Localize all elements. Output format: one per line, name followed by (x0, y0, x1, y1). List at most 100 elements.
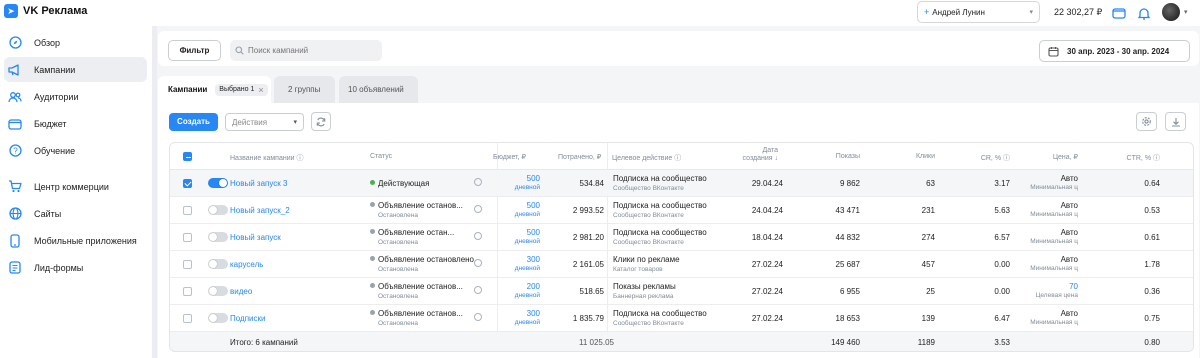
header-ctr[interactable]: CTR, % ⓘ (1110, 153, 1160, 163)
table-row[interactable]: Новый запуск_2 Объявление останов... Остан… (170, 197, 1193, 224)
header-status[interactable]: Статус (370, 153, 392, 160)
campaign-toggle[interactable] (208, 313, 228, 323)
campaign-toggle[interactable] (208, 259, 228, 269)
sidebar-item-campaigns[interactable]: Кампании (4, 57, 147, 82)
tab-groups[interactable]: 2 группы (274, 76, 335, 103)
budget-value[interactable]: 300 (500, 255, 540, 264)
row-checkbox[interactable] (183, 287, 192, 296)
sidebar-item-sites[interactable]: Сайты (4, 201, 147, 226)
header-spent[interactable]: Потрачено, ₽ (558, 153, 601, 161)
campaign-toggle[interactable] (208, 205, 228, 215)
header-created[interactable]: Дата создания ↓ (738, 147, 778, 163)
download-button[interactable] (1165, 112, 1186, 131)
campaign-name-link[interactable]: Новый запуск (230, 233, 281, 242)
search-box[interactable] (230, 40, 382, 61)
row-checkbox[interactable] (183, 314, 192, 323)
settings-button[interactable] (1136, 112, 1157, 131)
create-button[interactable]: Создать (169, 113, 218, 131)
ctr-value: 0.64 (1144, 179, 1160, 188)
budget-value[interactable]: 300 (500, 309, 540, 318)
table-row[interactable]: Новый запуск Объявление остан... Остановле… (170, 224, 1193, 251)
price-value[interactable]: Авто (1030, 255, 1078, 264)
target-sub: Баннерная реклама (613, 293, 674, 300)
campaign-toggle[interactable] (208, 178, 228, 188)
sidebar-item-lead-forms[interactable]: Лид-формы (4, 255, 147, 280)
row-checkbox[interactable] (183, 260, 192, 269)
sidebar-item-overview[interactable]: Обзор (4, 30, 147, 55)
target-action: Подписка на сообщество (613, 228, 707, 237)
campaign-name-link[interactable]: Подписки (230, 314, 265, 323)
date-range-picker[interactable]: 30 апр. 2023 - 30 апр. 2024 (1039, 40, 1190, 62)
chevron-down-icon[interactable]: ▾ (1184, 8, 1188, 16)
close-icon[interactable]: × (258, 85, 263, 94)
lightbulb-icon[interactable] (474, 178, 482, 186)
header-name[interactable]: Название кампании ⓘ (230, 153, 303, 163)
chevron-down-icon: ▾ (293, 119, 297, 126)
budget-value[interactable]: 500 (500, 174, 540, 183)
price-value[interactable]: Авто (1030, 309, 1078, 318)
spent-value: 2 981.20 (572, 233, 604, 242)
budget-value[interactable]: 500 (500, 201, 540, 210)
avatar[interactable] (1162, 3, 1180, 21)
campaign-name-link[interactable]: видео (230, 287, 252, 296)
filter-button[interactable]: Фильтр (168, 40, 221, 61)
budget-sub: дневной (514, 211, 540, 218)
sidebar-item-mobile-apps[interactable]: Мобильные приложения (4, 228, 147, 253)
sidebar-item-audiences[interactable]: Аудитории (4, 84, 147, 109)
lightbulb-icon[interactable] (474, 313, 482, 321)
table-row[interactable]: Новый запуск 3 Действующая 500 дневной 534.8… (170, 170, 1193, 197)
tab-campaigns[interactable]: Кампании Выбрано 1 × (158, 76, 271, 103)
campaign-name-link[interactable]: Новый запуск 3 (230, 179, 287, 188)
campaign-toggle[interactable] (208, 286, 228, 296)
lightbulb-icon[interactable] (474, 205, 482, 213)
sidebar-item-label: Центр коммерции (34, 181, 109, 192)
sidebar-item-label: Обзор (34, 37, 60, 48)
table-row[interactable]: видео Объявление останов... Остановлена 200… (170, 278, 1193, 305)
tab-label: Кампании (168, 85, 208, 94)
table-row[interactable]: Подписки Объявление останов... Остановлена… (170, 305, 1193, 332)
budget-value[interactable]: 200 (500, 282, 540, 291)
target-sub: Сообщество ВКонтакте (613, 239, 684, 246)
sidebar-item-learning[interactable]: ? Обучение (4, 138, 147, 163)
price-value[interactable]: Авто (1030, 174, 1078, 183)
sidebar-item-commerce-center[interactable]: Центр коммерции (4, 174, 147, 199)
wallet-icon[interactable] (1111, 5, 1127, 21)
header-impressions[interactable]: Показы (800, 153, 860, 160)
header-budget[interactable]: Бюджет, ₽ (493, 153, 526, 161)
price-value[interactable]: Авто (1030, 228, 1078, 237)
bell-icon[interactable] (1136, 5, 1152, 21)
header-clicks[interactable]: Клики (885, 153, 935, 160)
header-cr[interactable]: CR, % ⓘ (960, 153, 1010, 163)
campaign-name-link[interactable]: Новый запуск_2 (230, 206, 290, 215)
row-checkbox[interactable] (183, 206, 192, 215)
campaign-toggle[interactable] (208, 232, 228, 242)
totals-cr: 3.53 (994, 338, 1010, 347)
actions-dropdown[interactable]: Действия ▾ (225, 113, 304, 131)
filter-bar: Фильтр 30 апр. 2023 - 30 апр. 2024 (158, 31, 1199, 66)
header-target[interactable]: Целевое действие ⓘ (612, 153, 681, 163)
impressions-value: 44 832 (835, 233, 860, 242)
balance[interactable]: 22 302,27 ₽ (1054, 7, 1102, 18)
app-logo[interactable]: ➤ VK Реклама (4, 4, 87, 18)
spent-value: 2 993.52 (572, 206, 604, 215)
campaign-name-link[interactable]: карусель (230, 260, 263, 269)
lightbulb-icon[interactable] (474, 286, 482, 294)
tab-ads[interactable]: 10 объявлений (339, 76, 418, 103)
table-row[interactable]: карусель Объявление остановлено Остановлен… (170, 251, 1193, 278)
select-all-checkbox[interactable] (183, 152, 192, 161)
budget-value[interactable]: 500 (500, 228, 540, 237)
price-value[interactable]: 70 (1030, 282, 1078, 291)
lightbulb-icon[interactable] (474, 232, 482, 240)
table-footer: Итого: 6 кампаний 11 025.05 149 460 1189… (170, 332, 1193, 351)
row-checkbox[interactable] (183, 233, 192, 242)
lightbulb-icon[interactable] (474, 259, 482, 267)
header-price[interactable]: Цена, ₽ (1030, 153, 1078, 161)
account-switcher[interactable]: + Андрей Лунин ▾ (917, 1, 1040, 23)
sidebar-item-budget[interactable]: Бюджет (4, 111, 147, 136)
row-checkbox[interactable] (183, 179, 192, 188)
price-value[interactable]: Авто (1030, 201, 1078, 210)
globe-icon (8, 207, 22, 221)
refresh-button[interactable] (311, 112, 331, 131)
search-input[interactable] (248, 46, 378, 55)
selected-chip[interactable]: Выбрано 1 × (215, 83, 268, 96)
